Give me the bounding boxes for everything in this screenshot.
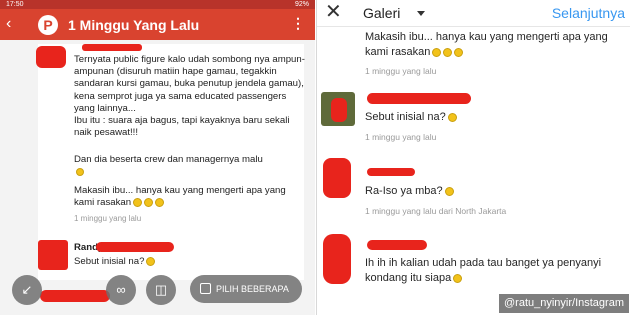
- laughing-emoji-icon: [76, 168, 84, 177]
- status-battery: 92%: [294, 1, 309, 8]
- close-icon[interactable]: ✕: [325, 1, 342, 23]
- layout-icon[interactable]: ◫: [146, 275, 176, 305]
- chevron-down-icon[interactable]: [417, 11, 425, 16]
- hourglass-emoji-icon: [155, 198, 165, 208]
- comment-timestamp: 1 minggu yang lalu: [365, 132, 437, 142]
- gallery-title[interactable]: Galeri: [363, 4, 400, 22]
- pinterest-logo: P: [38, 15, 58, 35]
- status-time: 17:50: [6, 1, 24, 8]
- redacted-name: [367, 168, 415, 176]
- laughing-emoji-icon: [447, 112, 457, 122]
- status-bar: 17:50 92%: [0, 0, 315, 9]
- app-header: ‹ P 1 Minggu Yang Lalu ⋮: [0, 9, 315, 40]
- praying-emoji-icon: [144, 198, 154, 208]
- select-multiple-button[interactable]: PILIH BEBERAPA: [190, 275, 302, 303]
- laughing-emoji-icon: [453, 273, 463, 283]
- next-button[interactable]: Selanjutnya: [552, 4, 625, 22]
- redacted-name: [82, 44, 142, 51]
- comment-text-content: Sebut inisial na?: [74, 256, 145, 267]
- comment-text: Makasih ibu... hanya kau yang mengerti a…: [365, 30, 625, 60]
- right-screenshot: ✕ Galeri Selanjutnya Makasih ibu... hany…: [316, 0, 630, 315]
- redacted-avatar: [323, 158, 351, 198]
- redacted-avatar: [36, 46, 66, 68]
- comment-text-content: Sebut inisial na?: [365, 111, 446, 123]
- comment-card: Randy Nelson Sebut inisial na?: [38, 236, 304, 280]
- comment-paragraph: Ibu itu : suara aja bagus, tapi kayaknya…: [74, 115, 290, 139]
- collapse-icon[interactable]: ↙: [12, 275, 42, 305]
- laughing-emoji-icon: [432, 47, 442, 57]
- comment-timestamp: 1 minggu yang lalu: [365, 66, 437, 76]
- select-multiple-label: PILIH BEBERAPA: [216, 284, 289, 294]
- redacted-avatar: [323, 234, 351, 284]
- laughing-emoji-row: [74, 167, 306, 179]
- comment-paragraph: Ternyata public figure kalo udah sombong…: [74, 54, 305, 114]
- gallery-header: ✕ Galeri Selanjutnya: [317, 0, 630, 27]
- comment-paragraph: Dan dia beserta crew dan managernya malu: [74, 154, 263, 165]
- redacted-name: [96, 242, 174, 252]
- laughing-emoji-icon: [133, 198, 143, 208]
- laughing-emoji-icon: [444, 186, 454, 196]
- redacted-name: [40, 290, 110, 302]
- back-arrow-icon[interactable]: ‹: [6, 15, 11, 33]
- infinity-icon[interactable]: ∞: [106, 275, 136, 305]
- comment-text: Sebut inisial na?: [365, 110, 625, 125]
- comment-paragraph: Makasih ibu... hanya kau yang mengerti a…: [74, 185, 306, 209]
- comment-timestamp: 1 minggu yang lalu: [74, 214, 142, 223]
- comment-text-content: Ih ih ih kalian udah pada tau banget ya …: [365, 257, 602, 284]
- left-screenshot: 17:50 92% ‹ P 1 Minggu Yang Lalu ⋮ Terny…: [0, 0, 315, 315]
- hourglass-emoji-icon: [454, 47, 464, 57]
- praying-emoji-icon: [443, 47, 453, 57]
- redacted-name: [367, 240, 427, 250]
- comment-text: Ih ih ih kalian udah pada tau banget ya …: [365, 256, 623, 286]
- redacted-name: [367, 93, 471, 104]
- redacted-avatar: [331, 98, 347, 122]
- comment-text: Ra-Iso ya mba?: [365, 184, 625, 199]
- comment-timestamp: 1 minggu yang lalu dari North Jakarta: [365, 206, 507, 216]
- comment-text-content: Makasih ibu... hanya kau yang mengerti a…: [365, 31, 608, 58]
- comment-text: Sebut inisial na?: [74, 256, 306, 268]
- watermark: @ratu_nyinyir/Instagram: [499, 294, 629, 313]
- laughing-emoji-icon: [146, 256, 156, 266]
- redacted-avatar: [38, 240, 68, 270]
- comment-text-content: Ra-Iso ya mba?: [365, 185, 443, 197]
- more-options-icon[interactable]: ⋮: [291, 15, 305, 32]
- page-title: 1 Minggu Yang Lalu: [68, 17, 200, 33]
- comment-paragraph-text: Makasih ibu... hanya kau yang mengerti a…: [74, 185, 286, 209]
- multi-select-icon: [200, 283, 211, 294]
